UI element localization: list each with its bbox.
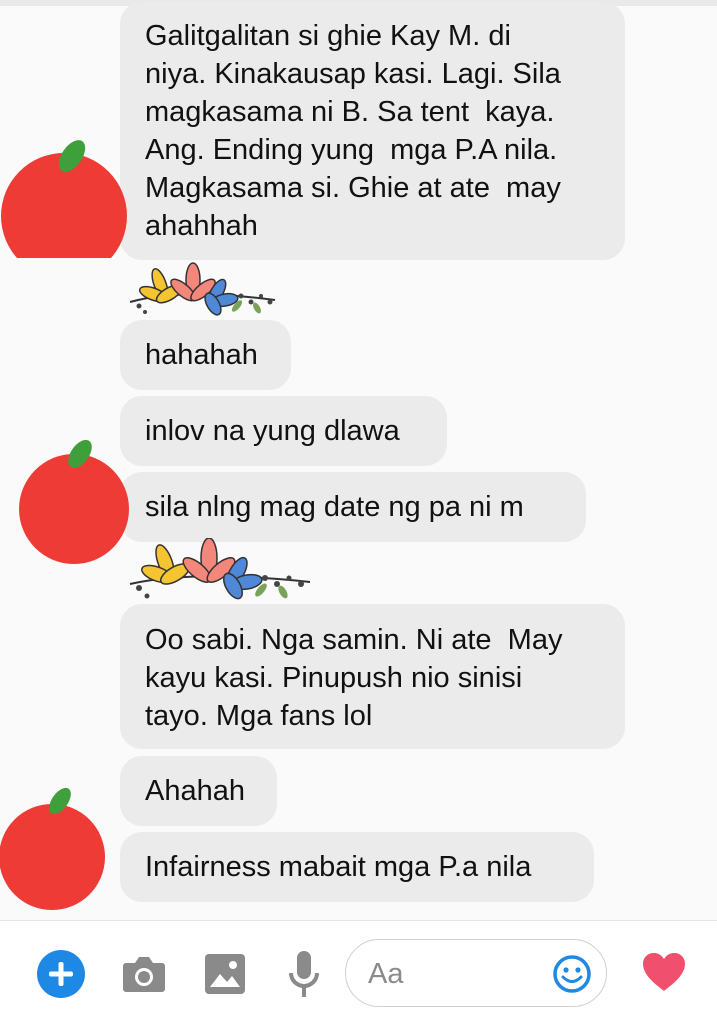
message-composer — [0, 920, 717, 1026]
apple-icon[interactable] — [0, 138, 130, 258]
camera-icon[interactable] — [122, 955, 166, 993]
image-icon[interactable] — [205, 954, 245, 994]
message-bubble[interactable]: Infairness mabait mga P.a nila — [120, 832, 594, 902]
microphone-icon[interactable] — [287, 951, 321, 999]
message-bubble[interactable]: Oo sabi. Nga samin. Ni ate May kayu kasi… — [120, 604, 625, 749]
flowers-sticker — [129, 262, 276, 316]
message-bubble[interactable]: hahahah — [120, 320, 291, 390]
apple-icon[interactable] — [0, 785, 110, 910]
plus-icon[interactable] — [36, 949, 86, 999]
flowers-sticker — [129, 538, 311, 600]
message-bubble[interactable]: inlov na yung dlawa — [120, 396, 447, 466]
message-bubble[interactable]: sila nlng mag date ng pa ni m — [120, 472, 586, 542]
apple-icon[interactable] — [18, 440, 130, 565]
heart-icon[interactable] — [641, 951, 687, 993]
emoji-icon[interactable] — [552, 954, 592, 994]
message-input[interactable] — [366, 954, 540, 994]
message-bubble[interactable]: Ahahah — [120, 756, 277, 826]
message-bubble[interactable]: Galitgalitan si ghie Kay M. di niya. Kin… — [120, 2, 625, 260]
message-input-container — [345, 939, 607, 1007]
